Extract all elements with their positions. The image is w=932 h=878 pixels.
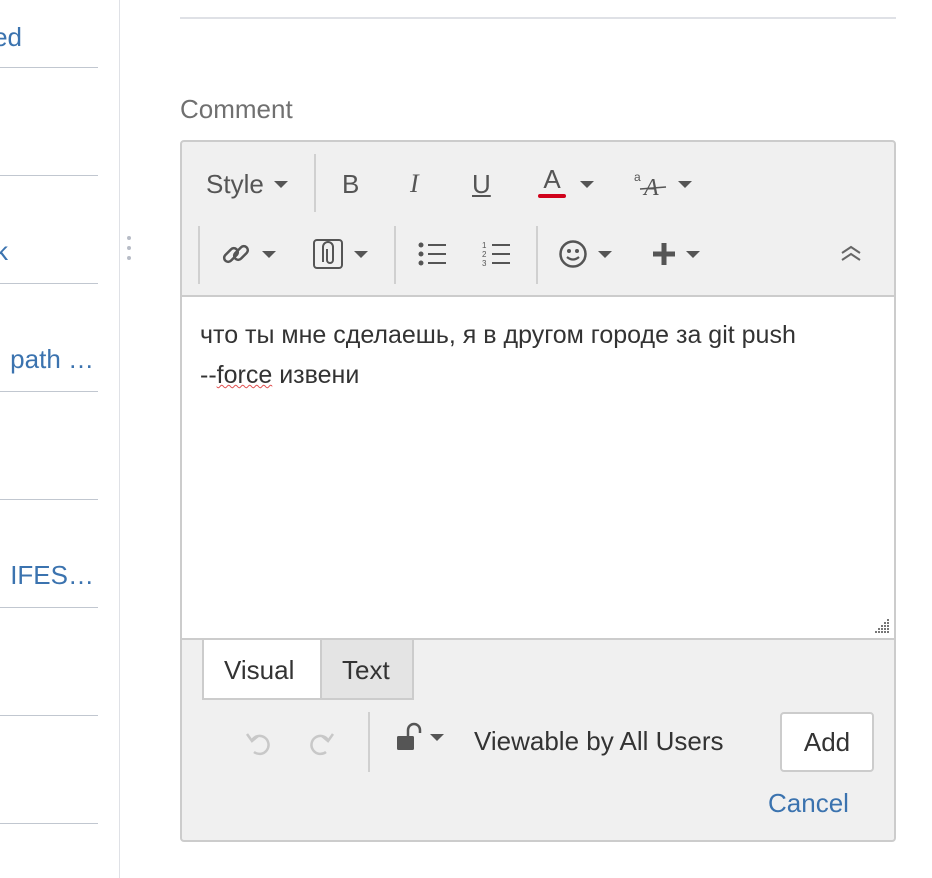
visibility-label: Viewable by All Users bbox=[474, 726, 724, 756]
sidebar: ed k path … IFES… bbox=[0, 0, 120, 878]
style-dropdown[interactable]: Style bbox=[206, 166, 288, 202]
bullet-list-button[interactable] bbox=[418, 238, 448, 270]
italic-button[interactable]: I bbox=[410, 166, 419, 202]
attachment-icon bbox=[313, 239, 343, 269]
restrictions-dropdown[interactable] bbox=[396, 722, 444, 752]
comment-label: Comment bbox=[180, 94, 293, 124]
sidebar-item[interactable]: ed bbox=[0, 0, 98, 68]
svg-text:a: a bbox=[634, 170, 641, 184]
sidebar-item-label[interactable]: k bbox=[0, 236, 8, 266]
text-color-dropdown[interactable] bbox=[580, 166, 594, 202]
comment-footer: Viewable by All Users Add bbox=[182, 710, 894, 772]
undo-icon[interactable] bbox=[244, 728, 274, 758]
emoticon-dropdown[interactable] bbox=[558, 236, 612, 272]
bullet-list-icon bbox=[418, 242, 446, 266]
divider bbox=[180, 17, 896, 19]
sidebar-item[interactable]: path … bbox=[0, 284, 98, 392]
toolbar-separator bbox=[394, 226, 396, 284]
text-color-button[interactable]: A bbox=[538, 164, 566, 204]
bold-button[interactable]: B bbox=[342, 166, 359, 202]
comment-editor: Style B I U A a A 1 2 3 что ты мне сдела… bbox=[180, 140, 896, 842]
chevron-down-icon bbox=[686, 250, 700, 258]
chevron-down-icon bbox=[273, 180, 288, 188]
comment-text-fragment: -- bbox=[200, 361, 217, 389]
chevron-down-icon bbox=[354, 250, 368, 258]
chevron-down-icon bbox=[430, 733, 444, 741]
cancel-link[interactable]: Cancel bbox=[768, 788, 849, 819]
text-color-swatch bbox=[538, 194, 566, 198]
chevron-down-icon bbox=[678, 180, 692, 188]
unlock-icon bbox=[397, 722, 422, 750]
sidebar-item[interactable] bbox=[0, 608, 98, 716]
svg-text:1: 1 bbox=[482, 241, 487, 250]
sidebar-item-label[interactable]: path … bbox=[10, 344, 94, 374]
add-button[interactable]: Add bbox=[780, 712, 874, 772]
insert-plus-icon bbox=[653, 243, 675, 265]
chevron-down-icon bbox=[598, 250, 612, 258]
insert-more-dropdown[interactable] bbox=[652, 238, 700, 270]
chevron-down-icon bbox=[262, 250, 276, 258]
font-size-icon: a A bbox=[634, 170, 667, 199]
chevron-down-icon bbox=[580, 180, 594, 188]
tab-text[interactable]: Text bbox=[320, 640, 414, 700]
underline-button[interactable]: U bbox=[472, 166, 491, 202]
redo-icon[interactable] bbox=[306, 728, 336, 758]
editor-toolbar: Style B I U A a A 1 2 3 bbox=[182, 142, 894, 295]
sidebar-item-label[interactable]: ed bbox=[0, 22, 22, 52]
text-color-label: A bbox=[543, 164, 561, 194]
sidebar-item[interactable]: IFES… bbox=[0, 500, 98, 608]
sidebar-item-label[interactable]: IFES… bbox=[10, 560, 94, 590]
sidebar-item[interactable] bbox=[0, 716, 98, 824]
link-icon bbox=[222, 244, 250, 264]
comment-text-area[interactable]: что ты мне сделаешь, я в другом городе з… bbox=[182, 295, 894, 640]
svg-text:3: 3 bbox=[482, 259, 487, 267]
bold-label: B bbox=[342, 168, 360, 199]
style-dropdown-label: Style bbox=[206, 168, 264, 199]
attachment-dropdown[interactable] bbox=[312, 236, 368, 272]
underline-label: U bbox=[472, 168, 491, 199]
drag-handle-icon[interactable] bbox=[127, 236, 133, 264]
collapse-toolbar-icon bbox=[841, 245, 861, 261]
toolbar-separator bbox=[536, 226, 538, 284]
misspelled-word: force bbox=[216, 361, 273, 389]
sidebar-item[interactable]: k bbox=[0, 176, 98, 284]
emoticon-icon bbox=[559, 240, 587, 268]
editor-mode-tabs: Visual Text bbox=[202, 640, 414, 700]
sidebar-item[interactable] bbox=[0, 68, 98, 176]
footer-separator bbox=[368, 712, 370, 772]
tab-visual[interactable]: Visual bbox=[202, 640, 320, 700]
link-dropdown[interactable] bbox=[220, 236, 276, 272]
toolbar-separator bbox=[314, 154, 316, 212]
comment-line: --force извени bbox=[200, 355, 876, 395]
collapse-toolbar-button[interactable] bbox=[840, 242, 862, 266]
comment-line: что ты мне сделаешь, я в другом городе з… bbox=[200, 321, 796, 349]
numbered-list-icon: 1 2 3 bbox=[482, 241, 510, 267]
font-size-dropdown[interactable]: a A bbox=[634, 166, 692, 202]
numbered-list-button[interactable]: 1 2 3 bbox=[482, 238, 512, 270]
comment-text-fragment: извени bbox=[272, 361, 360, 389]
sidebar-item[interactable] bbox=[0, 392, 98, 500]
svg-text:2: 2 bbox=[482, 250, 487, 259]
italic-label: I bbox=[410, 169, 419, 198]
resize-grip-icon[interactable] bbox=[874, 618, 890, 634]
toolbar-separator bbox=[198, 226, 200, 284]
